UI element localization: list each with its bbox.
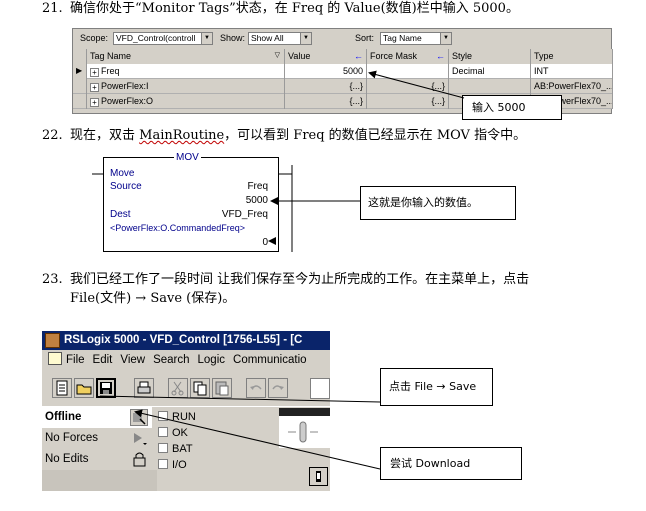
arrow-to-value-cell (368, 70, 465, 99)
arrow-to-controller-mode (134, 409, 381, 470)
line-to-save-button (99, 395, 381, 403)
callout-connectors (92, 70, 465, 470)
